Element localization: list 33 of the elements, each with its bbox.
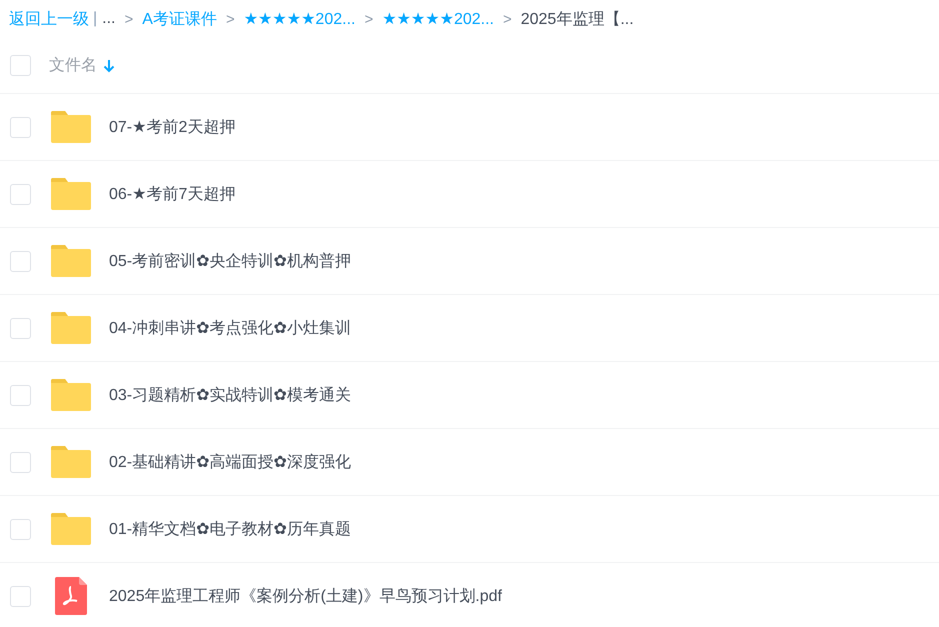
current-folder: 2025年监理【... bbox=[520, 10, 634, 30]
folder-icon bbox=[51, 312, 91, 344]
file-name[interactable]: 01-精华文档✿电子教材✿历年真题 bbox=[109, 518, 351, 540]
checkbox[interactable] bbox=[10, 384, 31, 406]
pdf-file-icon bbox=[55, 577, 87, 615]
checkbox[interactable] bbox=[10, 518, 31, 540]
sort-arrow-icon[interactable] bbox=[103, 58, 115, 72]
separator-text: > bbox=[364, 10, 374, 28]
folder-icon bbox=[51, 513, 91, 545]
separator-text: > bbox=[124, 10, 134, 28]
file-name[interactable]: 2025年监理工程师《案例分析(土建)》早鸟预习计划.pdf bbox=[109, 586, 502, 606]
checkbox[interactable] bbox=[10, 184, 31, 204]
separator-text: > bbox=[226, 10, 235, 28]
folder-icon bbox=[51, 245, 91, 277]
file-name[interactable]: 04-冲刺串讲✿考点强化✿小灶集训 bbox=[109, 318, 351, 338]
checkbox[interactable] bbox=[10, 318, 31, 338]
checkbox[interactable] bbox=[10, 250, 31, 272]
folder-icon bbox=[51, 446, 91, 478]
file-name[interactable]: 07-★考前2天超押 bbox=[109, 116, 236, 138]
checkbox[interactable] bbox=[10, 116, 31, 138]
folder-icon bbox=[51, 111, 91, 143]
checkbox[interactable] bbox=[10, 452, 31, 472]
file-name[interactable]: 02-基础精讲✿高端面授✿深度强化 bbox=[109, 452, 351, 472]
folder-icon bbox=[51, 379, 91, 411]
divider-text: | bbox=[93, 10, 98, 28]
separator-text: > bbox=[502, 10, 512, 28]
file-name[interactable]: 03-习题精析✿实战特训✿模考通关 bbox=[109, 384, 351, 406]
file-name[interactable]: 06-★考前7天超押 bbox=[109, 184, 236, 204]
file-name[interactable]: 05-考前密训✿央企特训✿机构普押 bbox=[109, 250, 351, 272]
checkbox[interactable] bbox=[10, 586, 31, 606]
collapsed-path[interactable]: ... bbox=[102, 10, 116, 28]
checkbox[interactable] bbox=[10, 55, 31, 76]
folder-icon bbox=[51, 178, 91, 210]
